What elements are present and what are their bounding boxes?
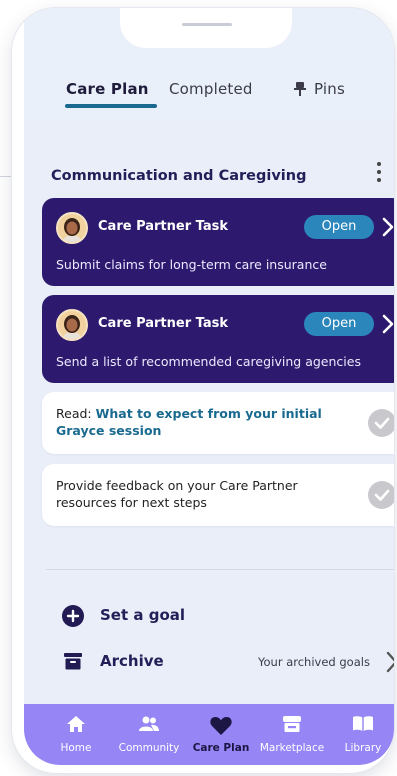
task-card[interactable]: Care Partner Task Open Send a list of re… [42,295,394,383]
status-badge[interactable]: Open [304,215,374,239]
task-title: Care Partner Task [98,316,228,331]
tab-bar: Care Plan Completed Pins [24,76,394,116]
chevron-right-icon[interactable] [385,650,394,674]
phone-frame: Care Plan Completed Pins Communication a… [12,8,394,773]
plus-icon [62,605,84,627]
check-icon[interactable] [368,481,394,509]
book-icon [353,716,373,731]
status-badge[interactable]: Open [304,312,374,336]
archive-label: Archive [100,652,164,670]
tab-pins[interactable]: Pins [294,80,345,98]
read-prefix: Read: [56,406,96,421]
nav-care-plan-label: Care Plan [192,742,250,754]
feedback-item-text: Provide feedback on your Care Partner re… [56,478,298,510]
task-description: Submit claims for long-term care insuran… [56,257,327,272]
notch-indicator [182,23,232,26]
tab-care-plan[interactable]: Care Plan [66,80,149,98]
section-divider [46,569,394,570]
tab-completed[interactable]: Completed [169,80,253,98]
read-link[interactable]: What to expect from your initial Grayce … [56,406,322,438]
nav-library[interactable]: Library [338,704,388,765]
set-goal-label: Set a goal [100,606,186,624]
list-item[interactable]: Read: What to expect from your initial G… [42,392,394,454]
nav-marketplace-label: Marketplace [259,742,325,754]
nav-library-label: Library [344,742,382,754]
nav-community[interactable]: Community [116,704,182,765]
task-description: Send a list of recommended caregiving ag… [56,354,361,369]
archive-button[interactable]: Archive Your archived goals [62,650,394,674]
more-options-icon[interactable] [372,158,386,188]
nav-community-label: Community [118,742,180,754]
archive-icon [64,653,82,670]
pin-icon [294,82,306,96]
read-item-text: Read: What to expect from your initial G… [56,405,346,439]
list-item[interactable]: Provide feedback on your Care Partner re… [42,464,394,526]
home-icon [67,716,85,732]
archive-subtitle: Your archived goals [258,655,370,669]
avatar [56,309,88,341]
task-title: Care Partner Task [98,219,228,234]
bottom-nav: Home Community Care Plan Marketplace Lib… [24,704,394,765]
nav-care-plan[interactable]: Care Plan [190,704,252,765]
task-card[interactable]: Care Partner Task Open Submit claims for… [42,198,394,286]
people-icon [139,716,159,731]
tab-pins-label: Pins [314,80,346,98]
phone-notch [120,8,292,48]
nav-home-label: Home [60,742,92,754]
store-icon [283,716,301,732]
section-title: Communication and Caregiving [51,168,307,184]
heart-icon [210,717,232,735]
chevron-right-icon[interactable] [381,313,394,335]
avatar [56,212,88,244]
check-icon[interactable] [368,409,394,437]
chevron-right-icon[interactable] [381,216,394,238]
nav-marketplace[interactable]: Marketplace [254,704,330,765]
app-screen: Care Plan Completed Pins Communication a… [24,8,394,765]
active-tab-indicator [65,104,157,108]
nav-home[interactable]: Home [50,704,102,765]
